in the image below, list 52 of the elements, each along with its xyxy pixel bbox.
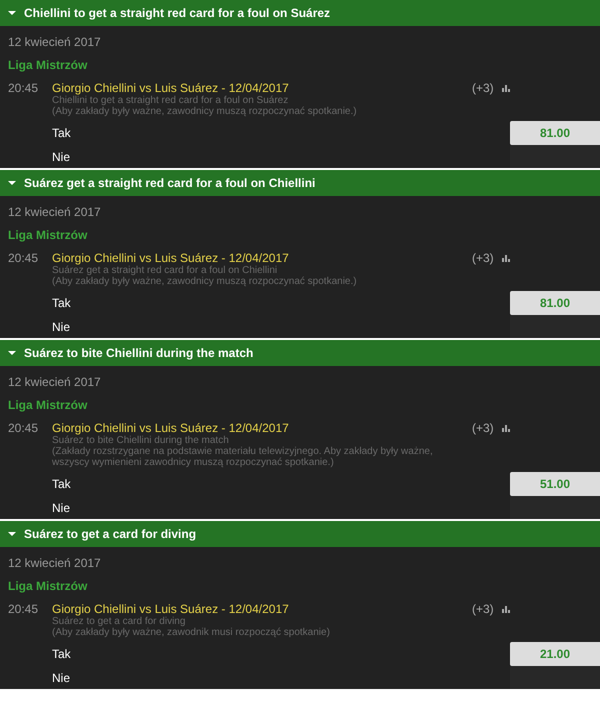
league-name[interactable]: Liga Mistrzów [8,228,600,242]
market-note: (Aby zakłady były ważne, zawodnicy muszą rozpoczynać spotkanie.) [52,106,358,117]
stats-icon[interactable] [502,605,511,613]
event-date: 12 kwiecień 2017 [8,375,102,389]
event-date: 12 kwiecień 2017 [8,556,102,570]
selection-label: Tak [51,477,71,491]
odds-button[interactable]: 51.00 [510,472,600,496]
caret-icon [8,530,16,538]
market-note: (Zakłady rozstrzygane na podstawie materiału telewizyjnego. Aby zakłady były ważne, wszyscy wymienieni zawodnicy muszą rozpoczynać spotkanie.) [52,446,434,468]
market-description: Chiellini to get a straight red card for a foul on Suárez [52,95,290,106]
market-header[interactable]: Chiellini to get a straight red card for a foul on Suárez [0,0,600,26]
stats-icon[interactable] [502,254,511,262]
league-name[interactable]: Liga Mistrzów [8,58,600,72]
market-description: Suárez to get a card for diving [52,616,186,627]
stats-icon[interactable] [502,424,511,432]
league-name[interactable]: Liga Mistrzów [8,579,600,593]
match-title[interactable]: Giorgio Chiellini vs Luis Suárez - 12/04/2017 [52,602,466,616]
selection-label: Nie [51,150,70,164]
more-markets-link[interactable]: (+3) [472,602,494,616]
more-markets-link[interactable]: (+3) [472,421,494,435]
market-description: Suárez get a straight red card for a foul on Chiellini [52,265,278,276]
event-time: 20:45 [8,81,40,97]
match-title[interactable]: Giorgio Chiellini vs Luis Suárez - 12/04/2017 [52,251,466,265]
selection-label: Nie [51,500,70,514]
market-description: Suárez to bite Chiellini during the match [52,435,230,446]
market-header[interactable]: Suárez to bite Chiellini during the match [0,340,600,366]
match-title[interactable]: Giorgio Chiellini vs Luis Suárez - 12/04/2017 [52,421,466,435]
event-time: 20:45 [8,602,40,618]
event-time: 20:45 [8,421,40,437]
event-time: 20:45 [8,251,40,267]
market-note: (Aby zakłady były ważne, zawodnicy muszą rozpoczynać spotkanie.) [52,276,358,287]
caret-icon [8,349,16,357]
selection-label: Nie [51,670,70,684]
caret-icon [8,179,16,187]
match-title[interactable]: Giorgio Chiellini vs Luis Suárez - 12/04/2017 [52,81,466,95]
selection-label: Tak [51,647,71,661]
more-markets-link[interactable]: (+3) [472,251,494,265]
caret-icon [8,9,16,17]
odds-button[interactable]: 81.00 [510,291,600,315]
odds-button[interactable]: 81.00 [510,121,600,145]
stats-icon[interactable] [502,84,511,92]
market-header[interactable]: Suárez to get a card for diving [0,521,600,547]
more-markets-link[interactable]: (+3) [472,81,494,95]
event-date: 12 kwiecień 2017 [8,35,102,49]
odds-button[interactable]: 21.00 [510,642,600,666]
event-date: 12 kwiecień 2017 [8,205,102,219]
league-name[interactable]: Liga Mistrzów [8,398,600,412]
selection-label: Nie [51,320,70,334]
market-note: (Aby zakłady były ważne, zawodnik musi rozpocząć spotkanie) [52,627,331,638]
market-header[interactable]: Suárez get a straight red card for a foul on Chiellini [0,170,600,196]
selection-label: Tak [51,296,71,310]
selection-label: Tak [51,126,71,140]
